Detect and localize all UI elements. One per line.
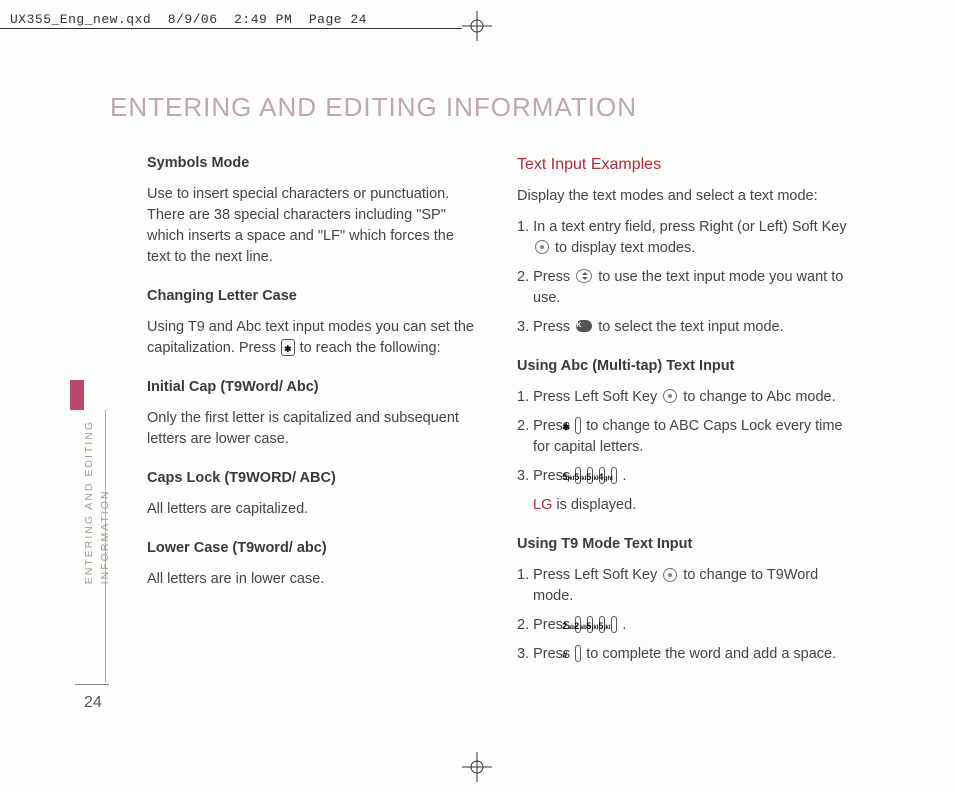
column-left: Symbols Mode Use to insert special chara…	[147, 153, 479, 673]
para-lower-case: All letters are in lower case.	[147, 569, 479, 590]
para-caps-lock: All letters are capitalized.	[147, 499, 479, 520]
heading-symbols-mode: Symbols Mode	[147, 153, 479, 174]
heading-caps-lock: Caps Lock (T9WORD/ ABC)	[147, 468, 479, 489]
para-initial-cap: Only the first letter is capitalized and…	[147, 408, 479, 450]
star-key-icon: ✱	[575, 417, 581, 435]
heading-text-input-examples: Text Input Examples	[517, 153, 849, 176]
softkey-icon	[663, 389, 677, 403]
t9-step-2: 2. Press 2abc 2abc 5jkl 5jkl .	[517, 615, 849, 636]
step-1: 1. In a text entry field, press Right (o…	[517, 217, 849, 259]
ok-key-icon: OK	[576, 320, 592, 332]
key-4-icon: 4ghi	[611, 467, 617, 485]
para-display-modes: Display the text modes and select a text…	[517, 186, 849, 207]
column-right: Text Input Examples Display the text mod…	[517, 153, 849, 673]
content-columns: Symbols Mode Use to insert special chara…	[147, 153, 880, 673]
para-changing-case: Using T9 and Abc text input modes you ca…	[147, 317, 479, 359]
t9-step-3: 3. Press # to complete the word and add …	[517, 644, 849, 665]
t9-step-1: 1. Press Left Soft Key to change to T9Wo…	[517, 565, 849, 607]
abc-step-3: 3. Press 5jkl 5jkl 5jkl 4ghi .	[517, 466, 849, 487]
softkey-icon	[535, 240, 549, 254]
heading-changing-case: Changing Letter Case	[147, 286, 479, 307]
softkey-icon	[663, 568, 677, 582]
side-section-label: ENTERING AND EDITING INFORMATION	[82, 420, 114, 584]
abc-step-2: 2. Press ✱ to change to ABC Caps Lock ev…	[517, 416, 849, 458]
registration-mark-top-icon	[462, 11, 492, 41]
hash-key-icon: #	[575, 645, 581, 663]
chapter-title: ENTERING AND EDITING INFORMATION	[110, 92, 880, 123]
abc-step-1: 1. Press Left Soft Key to change to Abc …	[517, 387, 849, 408]
header-rule	[0, 28, 462, 29]
page-number: 24	[84, 694, 102, 712]
header-text: UX355_Eng_new.qxd 8/9/06 2:49 PM Page 24	[0, 12, 367, 27]
heading-initial-cap: Initial Cap (T9Word/ Abc)	[147, 377, 479, 398]
page-body: ENTERING AND EDITING INFORMATION Symbols…	[75, 60, 880, 760]
abc-lg-displayed: LG is displayed.	[533, 495, 849, 516]
heading-t9-input: Using T9 Mode Text Input	[517, 534, 849, 555]
star-key-icon: ✱	[281, 339, 295, 357]
heading-lower-case: Lower Case (T9word/ abc)	[147, 538, 479, 559]
step-2: 2. Press to use the text input mode you …	[517, 267, 849, 309]
step-3: 3. Press OK to select the text input mod…	[517, 317, 849, 338]
page-number-rule	[75, 684, 109, 685]
key-5-icon: 5jkl	[611, 616, 617, 634]
para-symbols: Use to insert special characters or punc…	[147, 184, 479, 268]
side-tab-marker	[70, 380, 84, 410]
heading-abc-input: Using Abc (Multi-tap) Text Input	[517, 356, 849, 377]
nav-key-icon	[576, 269, 592, 283]
